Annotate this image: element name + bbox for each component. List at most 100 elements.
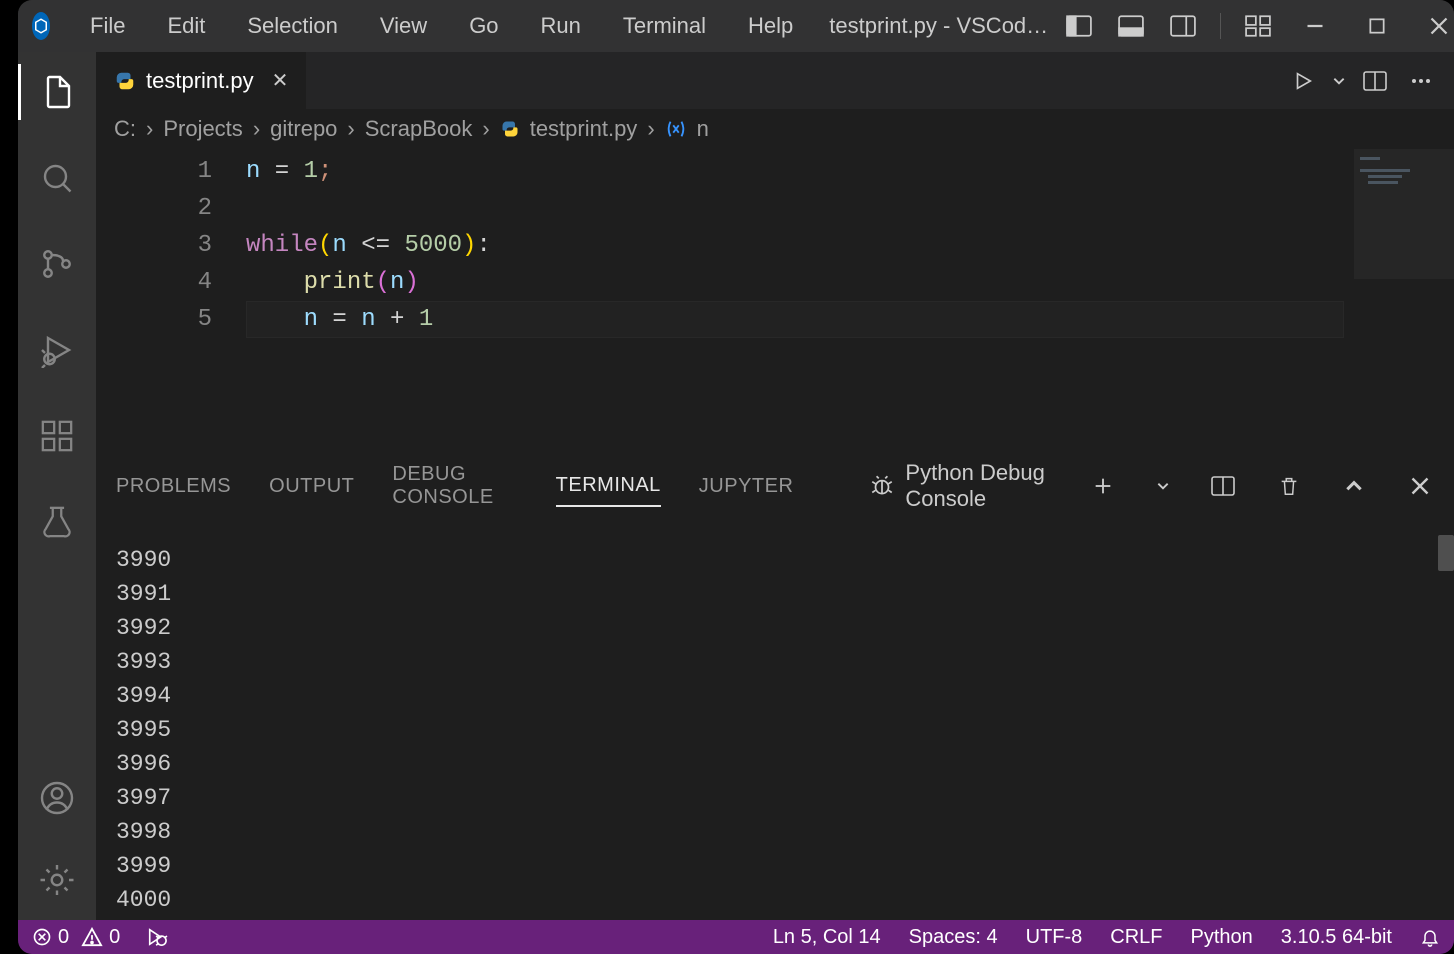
code-line <box>246 190 1454 227</box>
customize-layout-icon[interactable] <box>1237 6 1279 46</box>
chevron-right-icon: › <box>647 116 654 142</box>
menu-go[interactable]: Go <box>453 11 514 41</box>
menu-run[interactable]: Run <box>525 11 597 41</box>
toggle-panel-bottom-icon[interactable] <box>1110 6 1152 46</box>
menu-terminal[interactable]: Terminal <box>607 11 722 41</box>
breadcrumb[interactable]: C: › Projects › gitrepo › ScrapBook › te… <box>96 109 1454 149</box>
terminal-scrollbar[interactable] <box>1438 535 1454 571</box>
code-line: while(n <= 5000): <box>246 227 1454 264</box>
terminal-line: 3992 <box>116 611 1434 645</box>
activity-run-debug-icon[interactable] <box>35 328 79 372</box>
status-notifications-icon[interactable] <box>1420 926 1440 948</box>
chevron-right-icon: › <box>482 116 489 142</box>
menu-edit[interactable]: Edit <box>151 11 221 41</box>
terminal-line: 3996 <box>116 747 1434 781</box>
title-bar: File Edit Selection View Go Run Terminal… <box>18 0 1454 52</box>
activity-search-icon[interactable] <box>35 156 79 200</box>
separator <box>1220 13 1221 39</box>
vscode-window: File Edit Selection View Go Run Terminal… <box>18 0 1454 954</box>
code-line: print(n) <box>246 264 1454 301</box>
line-number: 3 <box>96 227 212 264</box>
code-line: n = 1; <box>246 153 1454 190</box>
breadcrumb-drive[interactable]: C: <box>114 116 136 142</box>
terminal-line: 3993 <box>116 645 1434 679</box>
window-maximize-icon[interactable] <box>1351 6 1403 46</box>
code-content[interactable]: n = 1; while(n <= 5000): print(n) n = n … <box>246 149 1454 460</box>
new-terminal-icon[interactable] <box>1089 466 1117 506</box>
terminal-profile-label: Python Debug Console <box>905 460 1051 512</box>
activity-scm-icon[interactable] <box>35 242 79 286</box>
window-minimize-icon[interactable] <box>1289 6 1341 46</box>
status-interpreter[interactable]: 3.10.5 64-bit <box>1281 926 1392 949</box>
panel-tab-output[interactable]: OUTPUT <box>269 467 354 506</box>
panel-tabs: PROBLEMS OUTPUT DEBUG CONSOLE TERMINAL J… <box>96 461 1454 511</box>
activity-bar <box>18 52 96 920</box>
toggle-panel-left-icon[interactable] <box>1058 6 1100 46</box>
run-dropdown-icon[interactable] <box>1326 58 1352 104</box>
status-eol[interactable]: CRLF <box>1110 926 1162 949</box>
tab-close-icon[interactable]: ✕ <box>272 68 289 93</box>
activity-accounts-icon[interactable] <box>35 776 79 820</box>
status-bar: 0 0 Ln 5, Col 14 Spaces: 4 UTF-8 CRLF Py… <box>18 920 1454 954</box>
editor-actions <box>1280 52 1454 109</box>
minimap-mark <box>1368 181 1398 184</box>
status-errors[interactable]: 0 0 <box>32 926 120 949</box>
current-line-highlight <box>246 301 1344 338</box>
activity-settings-icon[interactable] <box>35 858 79 902</box>
more-actions-icon[interactable] <box>1398 58 1444 104</box>
menu-view[interactable]: View <box>364 11 443 41</box>
window-close-icon[interactable] <box>1413 6 1454 46</box>
panel-tab-debug-console[interactable]: DEBUG CONSOLE <box>392 455 517 517</box>
editor-tab-testprint[interactable]: testprint.py ✕ <box>96 52 306 109</box>
maximize-panel-icon[interactable] <box>1341 466 1369 506</box>
line-gutter: 1 2 3 4 5 <box>96 149 246 460</box>
breadcrumb-file[interactable]: testprint.py <box>500 116 638 142</box>
breadcrumb-symbol[interactable]: n <box>665 116 709 142</box>
panel-tab-problems[interactable]: PROBLEMS <box>116 467 231 506</box>
status-spaces[interactable]: Spaces: 4 <box>909 926 998 949</box>
chevron-right-icon: › <box>347 116 354 142</box>
status-warnings-count: 0 <box>109 926 120 949</box>
warning-icon <box>81 927 103 947</box>
menu-file[interactable]: File <box>74 11 141 41</box>
python-file-icon <box>500 119 520 139</box>
minimap-mark <box>1360 157 1380 160</box>
breadcrumb-scrapbook[interactable]: ScrapBook <box>365 116 473 142</box>
breadcrumb-gitrepo[interactable]: gitrepo <box>270 116 337 142</box>
new-terminal-dropdown-icon[interactable] <box>1155 466 1172 506</box>
status-debug-run[interactable] <box>146 927 168 947</box>
minimap[interactable] <box>1354 149 1454 460</box>
error-icon <box>32 927 52 947</box>
menu-help[interactable]: Help <box>732 11 809 41</box>
split-editor-icon[interactable] <box>1352 58 1398 104</box>
status-encoding[interactable]: UTF-8 <box>1026 926 1083 949</box>
debug-bug-icon <box>869 473 895 499</box>
minimap-mark <box>1368 175 1402 178</box>
run-file-icon[interactable] <box>1280 58 1326 104</box>
breadcrumb-symbol-label: n <box>697 116 709 142</box>
kill-terminal-icon[interactable] <box>1275 466 1303 506</box>
toggle-panel-right-icon[interactable] <box>1162 6 1204 46</box>
variable-icon <box>665 119 687 139</box>
terminal-line: 3994 <box>116 679 1434 713</box>
status-ln-col[interactable]: Ln 5, Col 14 <box>773 926 881 949</box>
activity-testing-icon[interactable] <box>35 500 79 544</box>
menu-selection[interactable]: Selection <box>231 11 354 41</box>
panel-tab-terminal[interactable]: TERMINAL <box>556 466 661 507</box>
activity-explorer-icon[interactable] <box>35 70 79 114</box>
breadcrumb-projects[interactable]: Projects <box>163 116 242 142</box>
terminal-output[interactable]: 3990 3991 3992 3993 3994 3995 3996 3997 … <box>96 511 1454 920</box>
line-number: 1 <box>96 153 212 190</box>
terminal-line: 3999 <box>116 849 1434 883</box>
terminal-profile[interactable]: Python Debug Console <box>869 460 1051 512</box>
code-editor[interactable]: 1 2 3 4 5 n = 1; while(n <= 5000): print… <box>96 149 1454 460</box>
split-terminal-icon[interactable] <box>1209 466 1237 506</box>
status-language[interactable]: Python <box>1191 926 1253 949</box>
minimap-mark <box>1360 169 1410 172</box>
close-panel-icon[interactable] <box>1406 466 1434 506</box>
window-title: testprint.py - VSCod… <box>829 13 1048 39</box>
activity-extensions-icon[interactable] <box>35 414 79 458</box>
terminal-line: 3997 <box>116 781 1434 815</box>
terminal-line: 3990 <box>116 543 1434 577</box>
panel-tab-jupyter[interactable]: JUPYTER <box>699 467 794 506</box>
